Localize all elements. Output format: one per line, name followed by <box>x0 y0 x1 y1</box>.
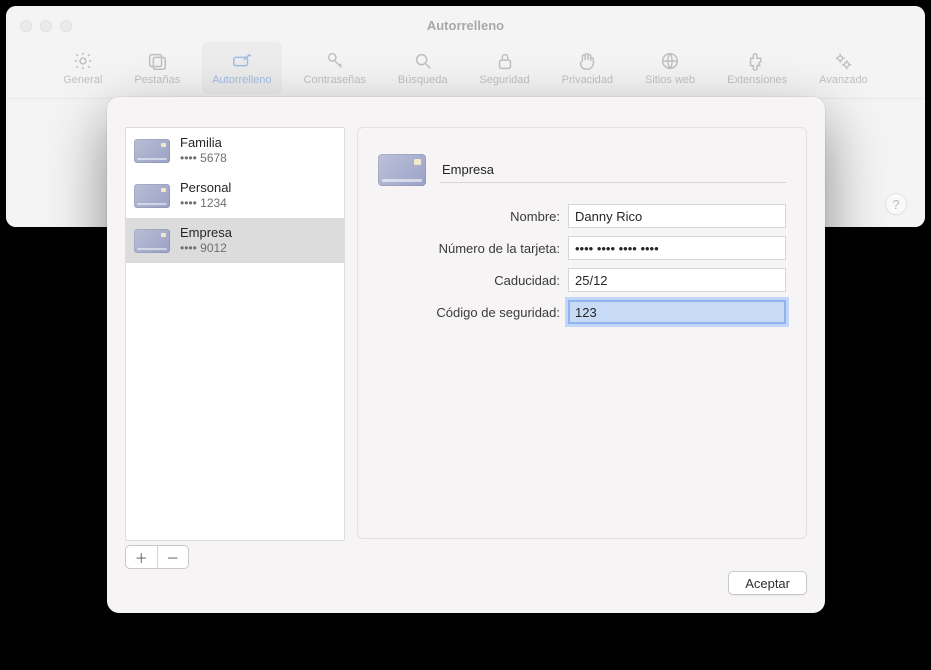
card-row-text: Empresa •••• 9012 <box>180 225 232 256</box>
tab-tabs[interactable]: Pestañas <box>124 42 190 94</box>
hand-icon <box>576 50 598 72</box>
lock-icon <box>494 50 516 72</box>
credit-card-icon <box>378 154 426 186</box>
tab-privacy[interactable]: Privacidad <box>552 42 623 94</box>
card-name: Familia <box>180 135 227 151</box>
tab-security[interactable]: Seguridad <box>469 42 539 94</box>
tab-search-label: Búsqueda <box>398 74 448 86</box>
tab-search[interactable]: Búsqueda <box>388 42 458 94</box>
card-last4: •••• 1234 <box>180 196 231 211</box>
csc-label: Código de seguridad: <box>378 305 568 320</box>
add-card-button[interactable]: ＋ <box>126 546 158 568</box>
tab-privacy-label: Privacidad <box>562 74 613 86</box>
tab-passwords-label: Contraseñas <box>304 74 366 86</box>
card-description-field[interactable] <box>440 158 786 183</box>
expiry-field[interactable] <box>568 268 786 292</box>
card-row-text: Personal •••• 1234 <box>180 180 231 211</box>
tab-extensions[interactable]: Extensiones <box>717 42 797 94</box>
puzzle-icon <box>746 50 768 72</box>
tab-autofill-label: Autorrelleno <box>212 74 271 86</box>
tab-tabs-label: Pestañas <box>134 74 180 86</box>
help-button[interactable]: ? <box>885 193 907 215</box>
expiry-label: Caducidad: <box>378 273 568 288</box>
credit-cards-sheet: Familia •••• 5678 Personal •••• 1234 Emp… <box>107 97 825 613</box>
card-row-selected[interactable]: Empresa •••• 9012 <box>126 218 344 263</box>
autofill-icon <box>231 50 253 72</box>
tab-passwords[interactable]: Contraseñas <box>294 42 376 94</box>
search-icon <box>412 50 434 72</box>
cardholder-name-field[interactable] <box>568 204 786 228</box>
card-name: Empresa <box>180 225 232 241</box>
remove-card-button[interactable]: － <box>158 546 189 568</box>
name-label: Nombre: <box>378 209 568 224</box>
tab-websites-label: Sitios web <box>645 74 695 86</box>
window-title: Autorrelleno <box>6 18 925 33</box>
card-number-field[interactable] <box>568 236 786 260</box>
tab-websites[interactable]: Sitios web <box>635 42 705 94</box>
detail-header <box>378 154 786 186</box>
card-row[interactable]: Familia •••• 5678 <box>126 128 344 173</box>
tab-extensions-label: Extensiones <box>727 74 787 86</box>
card-detail-panel: Nombre: Número de la tarjeta: Caducidad:… <box>357 127 807 539</box>
card-last4: •••• 9012 <box>180 241 232 256</box>
gear-icon <box>72 50 94 72</box>
tab-general[interactable]: General <box>53 42 112 94</box>
credit-card-icon <box>134 184 170 208</box>
tab-general-label: General <box>63 74 102 86</box>
gears-icon <box>832 50 854 72</box>
tab-security-label: Seguridad <box>479 74 529 86</box>
tab-advanced-label: Avanzado <box>819 74 868 86</box>
accept-button[interactable]: Aceptar <box>728 571 807 595</box>
tab-autofill[interactable]: Autorrelleno <box>202 42 281 94</box>
card-last4: •••• 5678 <box>180 151 227 166</box>
preferences-toolbar: General Pestañas Autorrelleno Contraseña… <box>6 42 925 99</box>
card-row-text: Familia •••• 5678 <box>180 135 227 166</box>
credit-card-icon <box>134 139 170 163</box>
security-code-field[interactable] <box>568 300 786 324</box>
globe-icon <box>659 50 681 72</box>
cards-list[interactable]: Familia •••• 5678 Personal •••• 1234 Emp… <box>125 127 345 541</box>
tabs-icon <box>146 50 168 72</box>
number-label: Número de la tarjeta: <box>378 241 568 256</box>
card-row[interactable]: Personal •••• 1234 <box>126 173 344 218</box>
tab-advanced[interactable]: Avanzado <box>809 42 878 94</box>
card-name: Personal <box>180 180 231 196</box>
key-icon <box>324 50 346 72</box>
credit-card-icon <box>134 229 170 253</box>
add-remove-control: ＋ － <box>125 545 189 569</box>
